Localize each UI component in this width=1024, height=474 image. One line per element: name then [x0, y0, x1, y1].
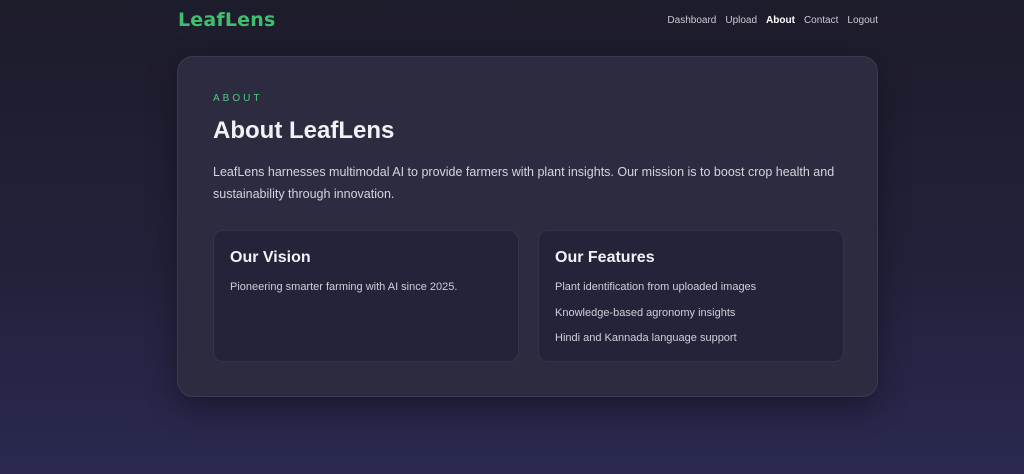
vision-text: Pioneering smarter farming with AI since…: [230, 281, 458, 293]
nav-logout-link[interactable]: Logout: [847, 15, 878, 26]
brand-logo[interactable]: LeafLens: [178, 9, 276, 31]
features-title: Our Features: [555, 249, 655, 266]
section-eyebrow: ABOUT: [213, 93, 263, 104]
page-title: About LeafLens: [213, 117, 395, 144]
feature-item: Knowledge-based agronomy insights: [555, 306, 736, 319]
feature-item: Plant identification from uploaded image…: [555, 281, 757, 293]
nav-links: Dashboard Upload About Contact Logout: [667, 15, 878, 26]
nav-about-link[interactable]: About: [766, 15, 795, 26]
nav-upload-link[interactable]: Upload: [725, 15, 757, 26]
nav-contact-link[interactable]: Contact: [804, 15, 838, 26]
about-description: LeafLens harnesses multimodal AI to prov…: [213, 165, 835, 201]
nav-dashboard-link[interactable]: Dashboard: [667, 15, 716, 26]
about-card: ABOUT About LeafLens LeafLens harnesses …: [177, 56, 878, 397]
vision-title: Our Vision: [230, 249, 311, 266]
top-navbar: LeafLens Dashboard Upload About Contact …: [178, 0, 878, 40]
vision-panel: Our Vision Pioneering smarter farming wi…: [213, 230, 519, 362]
feature-item: Hindi and Kannada language support: [555, 332, 737, 344]
features-list: Plant identification from uploaded image…: [555, 281, 756, 358]
features-panel: Our Features Plant identification from u…: [538, 230, 844, 362]
